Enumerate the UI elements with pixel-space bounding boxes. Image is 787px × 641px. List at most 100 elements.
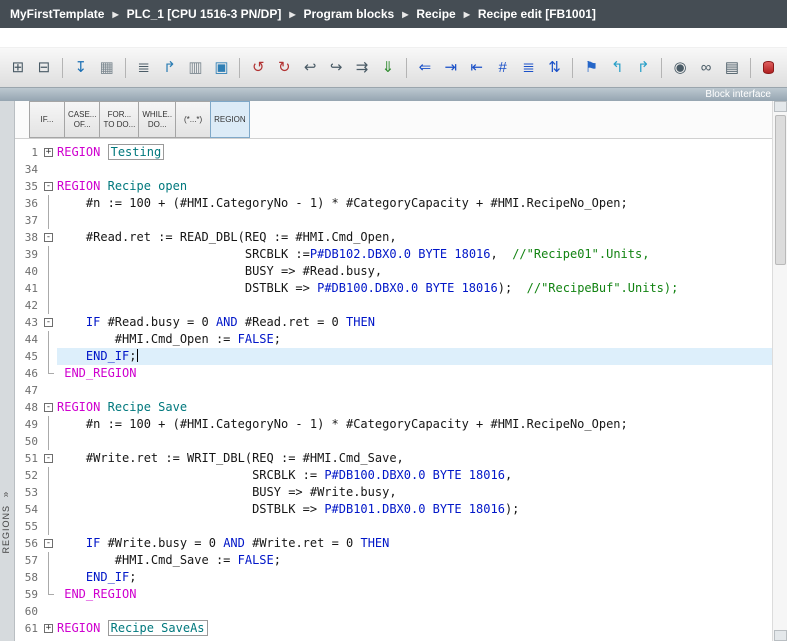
update-block-calls-button[interactable]: ⇉: [350, 56, 374, 80]
regions-side-panel[interactable]: « REGIONS: [0, 101, 15, 641]
line-structure-button[interactable]: ≣: [517, 56, 541, 80]
fold-box-icon[interactable]: -: [44, 233, 53, 242]
outdent-button[interactable]: ⇤: [465, 56, 489, 80]
breadcrumb-item[interactable]: PLC_1 [CPU 1516-3 PN/DP]: [127, 7, 282, 21]
code-text: #Read.ret := READ_DBL(REQ := #HMI.Cmd_Op…: [57, 229, 772, 246]
code-line[interactable]: 46 END_REGION: [15, 365, 772, 382]
collapse-region-icon[interactable]: -: [41, 450, 57, 467]
code-line[interactable]: 35-REGION Recipe open: [15, 178, 772, 195]
line-number: 40: [15, 263, 41, 280]
tab-comment-block[interactable]: (*...*): [175, 101, 211, 138]
compile-button[interactable]: ⇓: [376, 56, 400, 80]
code-line[interactable]: 51- #Write.ret := WRIT_DBL(REQ := #HMI.C…: [15, 450, 772, 467]
tab-if[interactable]: IF...: [29, 101, 65, 138]
code-line[interactable]: 40 BUSY => #Read.busy,: [15, 263, 772, 280]
code-token: [57, 536, 86, 550]
vertical-scrollbar[interactable]: [772, 101, 787, 641]
previous-bookmark-button[interactable]: ↰: [605, 56, 629, 80]
scrollbar-corner-button[interactable]: [774, 630, 787, 641]
code-line[interactable]: 34: [15, 161, 772, 178]
fold-box-icon[interactable]: -: [44, 539, 53, 548]
breadcrumb-item[interactable]: Program blocks: [304, 7, 395, 21]
code-line[interactable]: 38- #Read.ret := READ_DBL(REQ := #HMI.Cm…: [15, 229, 772, 246]
block-interface-bar[interactable]: Block interface: [0, 88, 787, 101]
tab-while-do[interactable]: WHILE..DO...: [138, 101, 176, 138]
code-text: [57, 212, 772, 229]
fold-box-icon[interactable]: -: [44, 403, 53, 412]
network-overview-button[interactable]: ≣: [132, 56, 156, 80]
code-line[interactable]: 39 SRCBLK :=P#DB102.DBX0.0 BYTE 18016, /…: [15, 246, 772, 263]
go-back-button[interactable]: ↩: [298, 56, 322, 80]
collapse-region-icon[interactable]: -: [41, 535, 57, 552]
next-bookmark-button[interactable]: ↱: [631, 56, 655, 80]
collapse-panel-chevron-icon[interactable]: «: [0, 492, 11, 498]
undo-button[interactable]: ↺: [246, 56, 270, 80]
insert-block-call-button[interactable]: ▦: [95, 56, 119, 80]
set-bookmark-button[interactable]: ⚑: [579, 56, 603, 80]
code-line[interactable]: 42: [15, 297, 772, 314]
tia-portal-scl-editor-window: MyFirstTemplate▶PLC_1 [CPU 1516-3 PN/DP]…: [0, 0, 787, 641]
code-line[interactable]: 47: [15, 382, 772, 399]
breadcrumb-item[interactable]: MyFirstTemplate: [10, 7, 104, 21]
breadcrumb-item[interactable]: Recipe edit [FB1001]: [478, 7, 596, 21]
call-structure-button[interactable]: ▤: [720, 56, 744, 80]
collapse-region-icon[interactable]: -: [41, 229, 57, 246]
collapse-region-icon[interactable]: -: [41, 178, 57, 195]
scrollbar-thumb[interactable]: [775, 115, 786, 265]
collapse-region-icon[interactable]: -: [41, 399, 57, 416]
insert-left-button[interactable]: ⇐: [413, 56, 437, 80]
code-line[interactable]: 43- IF #Read.busy = 0 AND #Read.ret = 0 …: [15, 314, 772, 331]
code-token: Testing: [108, 144, 165, 160]
go-forward-button[interactable]: ↪: [324, 56, 348, 80]
find-references-button[interactable]: ◉: [668, 56, 692, 80]
fold-box-icon[interactable]: -: [44, 182, 53, 191]
code-line[interactable]: 55: [15, 518, 772, 535]
breadcrumb-item[interactable]: Recipe: [416, 7, 455, 21]
code-line[interactable]: 53 BUSY => #Write.busy,: [15, 484, 772, 501]
cross-reference-button[interactable]: ∞: [694, 56, 718, 80]
syntax-highlight-button[interactable]: ▣: [209, 56, 233, 80]
expand-all-sections-button[interactable]: ⊞: [6, 56, 30, 80]
indent-button[interactable]: ⇥: [439, 56, 463, 80]
fold-box-icon[interactable]: -: [44, 318, 53, 327]
code-line[interactable]: 61+REGION Recipe SaveAs: [15, 620, 772, 637]
code-line[interactable]: 57 #HMI.Cmd_Save := FALSE;: [15, 552, 772, 569]
fold-box-icon[interactable]: +: [44, 624, 53, 633]
scrollbar-split-button[interactable]: [774, 101, 787, 112]
code-area[interactable]: 1+REGION Testing 34 35-REGION Recipe ope…: [15, 139, 772, 641]
code-line[interactable]: 49 #n := 100 + (#HMI.CategoryNo - 1) * #…: [15, 416, 772, 433]
fold-box-icon[interactable]: +: [44, 148, 53, 157]
code-line[interactable]: 56- IF #Write.busy = 0 AND #Write.ret = …: [15, 535, 772, 552]
tab-case-of[interactable]: CASE...OF...: [64, 101, 100, 138]
code-token: IF: [86, 536, 100, 550]
code-line[interactable]: 37: [15, 212, 772, 229]
absolute-addresses-button[interactable]: #: [491, 56, 515, 80]
expand-region-icon[interactable]: +: [41, 144, 57, 161]
code-line[interactable]: 52 SRCBLK := P#DB100.DBX0.0 BYTE 18016,: [15, 467, 772, 484]
redo-button[interactable]: ↻: [272, 56, 296, 80]
code-line[interactable]: 1+REGION Testing: [15, 144, 772, 161]
code-line[interactable]: 48-REGION Recipe Save: [15, 399, 772, 416]
toolbar-separator: [125, 58, 126, 78]
code-line[interactable]: 59 END_REGION: [15, 586, 772, 603]
code-line[interactable]: 58 END_IF;: [15, 569, 772, 586]
code-line[interactable]: 44 #HMI.Cmd_Open := FALSE;: [15, 331, 772, 348]
code-line[interactable]: 50: [15, 433, 772, 450]
code-line[interactable]: 54 DSTBLK => P#DB101.DBX0.0 BYTE 18016);: [15, 501, 772, 518]
collapse-all-sections-button[interactable]: ⊟: [32, 56, 56, 80]
expand-region-icon[interactable]: +: [41, 620, 57, 637]
code-line[interactable]: 41 DSTBLK => P#DB100.DBX0.0 BYTE 18016);…: [15, 280, 772, 297]
data-block-button[interactable]: [757, 56, 781, 80]
forward-icon: ↪: [330, 60, 343, 75]
tab-region[interactable]: REGION: [210, 101, 250, 138]
code-line[interactable]: 60: [15, 603, 772, 620]
sort-button[interactable]: ⇅: [543, 56, 567, 80]
collapse-region-icon[interactable]: -: [41, 314, 57, 331]
import-source-button[interactable]: ↱: [158, 56, 182, 80]
code-line[interactable]: 45 END_IF;: [15, 348, 772, 365]
code-line[interactable]: 36 #n := 100 + (#HMI.CategoryNo - 1) * #…: [15, 195, 772, 212]
table-view-button[interactable]: ▥: [184, 56, 208, 80]
insert-segment-button[interactable]: ↧: [69, 56, 93, 80]
tab-for-to-do[interactable]: FOR...TO DO...: [99, 101, 139, 138]
fold-box-icon[interactable]: -: [44, 454, 53, 463]
